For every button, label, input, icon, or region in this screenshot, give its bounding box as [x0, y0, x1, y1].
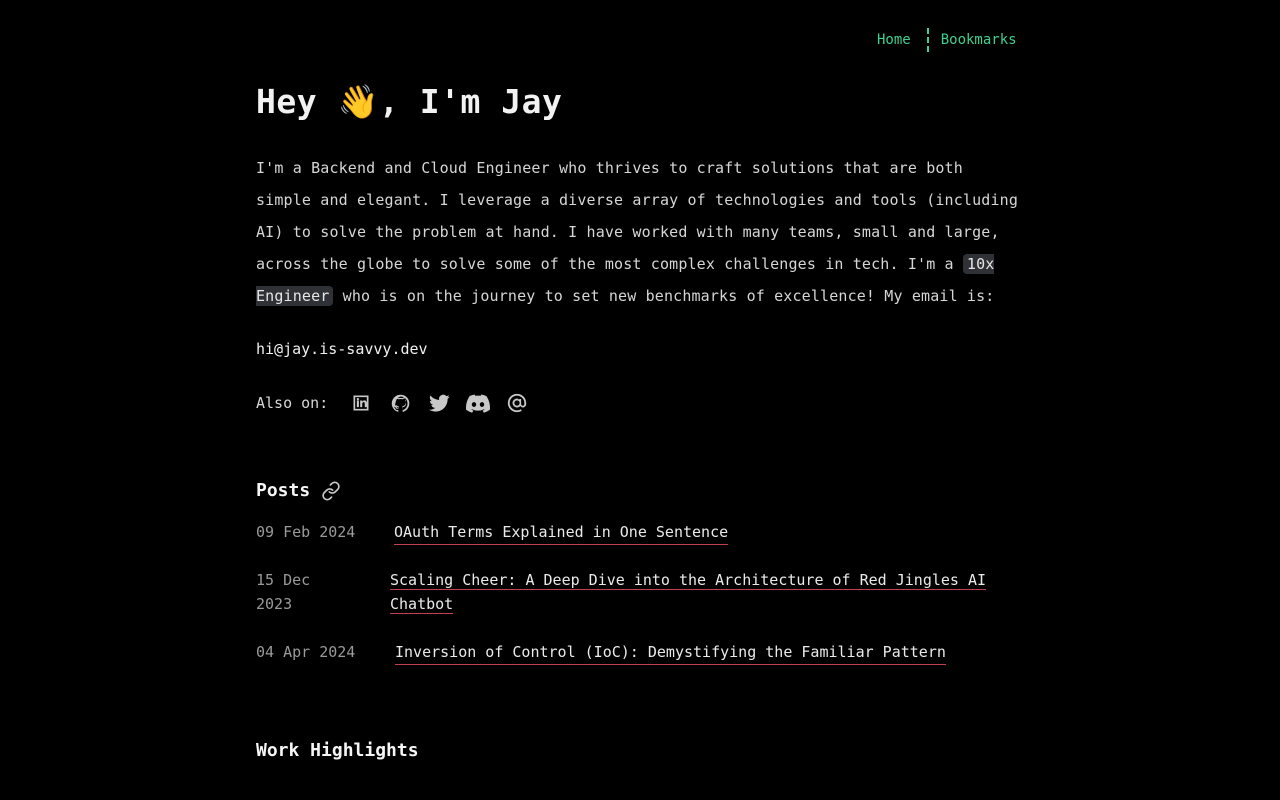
page: Home Bookmarks Hey 👋, I'm Jay I'm a Back…: [0, 0, 1280, 800]
nav-divider: [926, 28, 929, 52]
intro-text-part2: who is on the journey to set new benchma…: [333, 287, 995, 305]
posts-heading: Posts: [256, 480, 311, 501]
post-link[interactable]: OAuth Terms Explained in One Sentence: [394, 520, 729, 545]
link-icon[interactable]: [320, 481, 342, 501]
twitter-icon[interactable]: [426, 390, 452, 416]
nav-bookmarks-link[interactable]: Bookmarks: [941, 28, 1017, 52]
nav-home-link[interactable]: Home: [877, 28, 911, 52]
intro-text-part1: I'm a Backend and Cloud Engineer who thr…: [256, 159, 1019, 273]
social-row: Also on:: [256, 390, 543, 416]
list-item: 15 Dec 2023 Scaling Cheer: A Deep Dive i…: [256, 568, 990, 616]
also-on-label: Also on:: [256, 394, 329, 412]
post-title-wrap: Scaling Cheer: A Deep Dive into the Arch…: [390, 568, 990, 616]
intro-paragraph: I'm a Backend and Cloud Engineer who thr…: [256, 152, 1024, 312]
github-icon[interactable]: [387, 390, 413, 416]
social-links: [348, 390, 543, 416]
work-highlights-heading: Work Highlights: [256, 740, 419, 761]
post-link[interactable]: Inversion of Control (IoC): Demystifying…: [395, 640, 946, 665]
page-title: Hey 👋, I'm Jay: [256, 82, 563, 121]
list-item: 04 Apr 2024 Inversion of Control (IoC): …: [256, 640, 946, 665]
post-date: 04 Apr 2024: [256, 643, 356, 661]
post-date: 15 Dec 2023: [256, 568, 390, 616]
post-date: 09 Feb 2024: [256, 523, 356, 541]
at-sign-icon[interactable]: [504, 390, 530, 416]
post-link[interactable]: Scaling Cheer: A Deep Dive into the Arch…: [390, 571, 987, 614]
discord-icon[interactable]: [465, 390, 491, 416]
email-address: hi@jay.is-savvy.dev: [256, 340, 428, 358]
post-date-text: 15 Dec 2023: [256, 571, 311, 613]
posts-heading-row: Posts: [256, 480, 342, 501]
top-nav: Home Bookmarks: [877, 28, 1017, 52]
linkedin-icon[interactable]: [348, 390, 374, 416]
list-item: 09 Feb 2024 OAuth Terms Explained in One…: [256, 520, 729, 545]
